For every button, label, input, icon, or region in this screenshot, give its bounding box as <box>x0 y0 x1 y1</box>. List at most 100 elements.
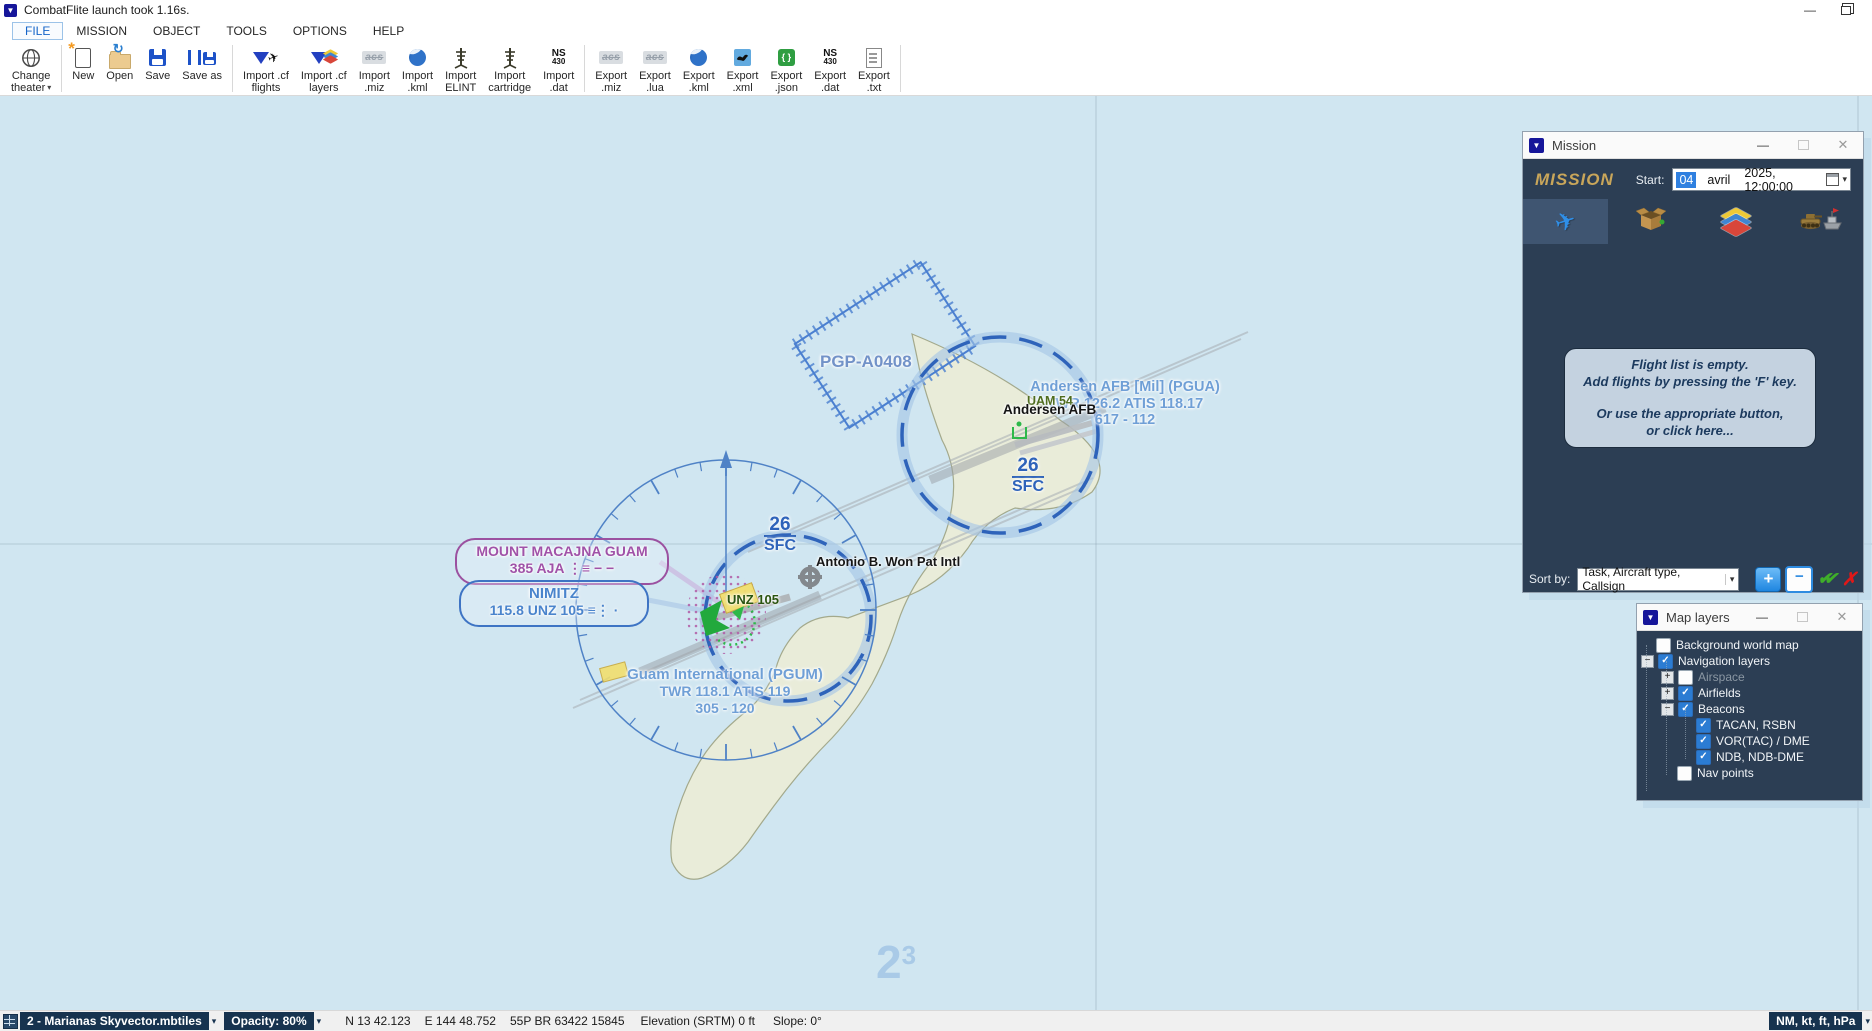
cf-flights-icon: ✈ <box>253 45 279 70</box>
mission-start-datetime-field[interactable]: 04 avril 2025, 12:00:00 ▾ <box>1672 168 1851 191</box>
chevron-down-icon[interactable]: ▾ <box>212 1016 217 1027</box>
mission-sort-row: Sort by: Task, Aircraft type, Callsign ▾… <box>1523 561 1863 597</box>
xml-bird-icon <box>734 45 751 70</box>
checkbox-airspace[interactable] <box>1678 670 1693 685</box>
ns430-icon: NS430 <box>823 45 837 70</box>
collapse-icon[interactable] <box>1661 703 1674 716</box>
toolbar-export-txt-button[interactable]: Export.txt <box>852 42 896 95</box>
globe-icon <box>21 45 41 70</box>
cf-layers-icon <box>311 45 336 70</box>
toolbar-save-as-button[interactable]: Save as <box>176 42 228 95</box>
window-titlebar: ▼ CombatFlite launch took 1.16s. — <box>0 0 1872 20</box>
dcs-icon: acs <box>362 45 386 70</box>
toolbar-export-kml-button[interactable]: Export.kml <box>677 42 721 95</box>
menu-tools[interactable]: TOOLS <box>213 22 279 40</box>
map-layers-maximize-button[interactable] <box>1782 605 1822 629</box>
toolbar-export-miz-button[interactable]: acs Export.miz <box>589 42 633 95</box>
mission-maximize-button[interactable] <box>1783 133 1823 157</box>
tab-units[interactable] <box>1778 199 1863 244</box>
google-earth-icon <box>690 45 707 70</box>
checkbox-ndb[interactable] <box>1696 750 1711 765</box>
minimize-button[interactable]: — <box>1792 0 1828 20</box>
dcs-icon: acs <box>643 45 667 70</box>
date-day-segment[interactable]: 04 <box>1676 172 1696 188</box>
tree-guide-line <box>1666 661 1667 775</box>
map-layers-minimize-button[interactable]: — <box>1742 605 1782 629</box>
toolbar-new-button[interactable]: * New <box>66 42 100 95</box>
toolbar-import-miz-button[interactable]: acs Import.miz <box>353 42 396 95</box>
toolbar-import-kml-button[interactable]: Import.kml <box>396 42 439 95</box>
toolbar-separator <box>61 45 62 92</box>
toolbar-import-elint-button[interactable]: ImportELINT <box>439 42 482 95</box>
mission-close-button[interactable]: ✕ <box>1823 133 1863 157</box>
calendar-icon[interactable] <box>1826 173 1839 186</box>
map-layers-panel-titlebar[interactable]: ▼ Map layers — ✕ <box>1637 604 1862 631</box>
save-as-icon <box>188 45 216 70</box>
map-layer-selector[interactable]: 2 - Marianas Skyvector.mbtiles <box>20 1012 209 1030</box>
remove-flight-button[interactable]: − <box>1785 566 1813 593</box>
sort-by-select[interactable]: Task, Aircraft type, Callsign ▾ <box>1577 568 1739 591</box>
opacity-selector[interactable]: Opacity: 80% <box>224 1012 313 1030</box>
map-layers-close-button[interactable]: ✕ <box>1822 605 1862 629</box>
chevron-down-icon[interactable]: ▾ <box>1842 174 1847 185</box>
toolbar-separator <box>584 45 585 92</box>
mission-panel: ▼ Mission — ✕ MISSION Start: 04 avril 20… <box>1522 131 1864 593</box>
toolbar-import-cf-flights-button[interactable]: ✈ Import .cfflights <box>237 42 295 95</box>
guam-international-info-label: Guam International (PGUM) TWR 118.1 ATIS… <box>600 666 850 717</box>
sort-by-label: Sort by: <box>1529 572 1570 586</box>
menu-mission[interactable]: MISSION <box>63 22 140 40</box>
checkbox-vortac-dme[interactable] <box>1696 734 1711 749</box>
package-box-icon <box>1636 206 1666 237</box>
toolbar-export-json-button[interactable]: { } Export.json <box>764 42 808 95</box>
toolbar-change-theater-button[interactable]: Change theater▾ <box>5 42 57 95</box>
collapse-icon[interactable] <box>1641 655 1654 668</box>
checkbox-airfields[interactable] <box>1678 686 1693 701</box>
layer-row-nav-points: Nav points <box>1637 765 1862 781</box>
expand-icon[interactable] <box>1661 687 1674 700</box>
won-pat-intl-label: Antonio B. Won Pat Intl <box>816 554 960 569</box>
airspace-area-label: PGP-A0408 <box>820 352 912 372</box>
toolbar-import-dat-button[interactable]: NS430 Import.dat <box>537 42 580 95</box>
accept-all-button[interactable]: ✔✔ <box>1817 569 1838 589</box>
checkbox-nav-points[interactable] <box>1677 766 1692 781</box>
toolbar-separator <box>232 45 233 92</box>
mgrs-grid-zone-label: 23 <box>876 935 916 989</box>
tab-packages[interactable] <box>1608 199 1693 244</box>
flight-list-empty-message[interactable]: Flight list is empty. Add flights by pre… <box>1564 348 1816 448</box>
toolbar-import-cartridge-button[interactable]: Importcartridge <box>482 42 537 95</box>
combatflite-logo-icon: ▼ <box>1643 610 1658 625</box>
add-flight-button[interactable]: + <box>1755 567 1781 592</box>
menu-file[interactable]: FILE <box>12 22 63 40</box>
menu-help[interactable]: HELP <box>360 22 417 40</box>
macajna-beacon-box: MOUNT MACAJNA GUAM 385 AJA ⋮≡ − − <box>455 538 669 585</box>
menu-object[interactable]: OBJECT <box>140 22 213 40</box>
statusbar: 2 - Marianas Skyvector.mbtiles ▾ Opacity… <box>0 1010 1872 1031</box>
checkbox-tacan-rsbn[interactable] <box>1696 718 1711 733</box>
date-time-segment[interactable]: 2025, 12:00:00 <box>1741 165 1826 195</box>
maximize-icon <box>1798 140 1809 150</box>
tree-guide-line <box>1685 709 1686 759</box>
mission-tabs: ✈ <box>1523 199 1863 244</box>
toolbar-export-dat-button[interactable]: NS430 Export.dat <box>808 42 852 95</box>
chevron-down-icon[interactable]: ▾ <box>1865 1016 1870 1027</box>
toolbar-import-cf-layers-button[interactable]: Import .cflayers <box>295 42 353 95</box>
menu-options[interactable]: OPTIONS <box>280 22 360 40</box>
toolbar-export-lua-button[interactable]: acs Export.lua <box>633 42 677 95</box>
restore-button[interactable] <box>1828 0 1864 20</box>
expand-icon[interactable] <box>1661 671 1674 684</box>
mission-panel-titlebar[interactable]: ▼ Mission — ✕ <box>1523 132 1863 159</box>
mgrs-readout: 55P BR 63422 15845 <box>510 1014 625 1028</box>
tab-flights[interactable]: ✈ <box>1523 199 1608 244</box>
units-selector[interactable]: NM, kt, ft, hPa <box>1769 1012 1862 1030</box>
toolbar-save-button[interactable]: Save <box>139 42 176 95</box>
delete-all-button[interactable]: ✗ <box>1842 569 1857 590</box>
start-label: Start: <box>1636 173 1665 187</box>
toolbar-open-button[interactable]: ↻ Open <box>100 42 139 95</box>
date-month-segment[interactable]: avril <box>1704 172 1733 188</box>
toolbar-export-xml-button[interactable]: Export.xml <box>721 42 765 95</box>
checkbox-background-world-map[interactable] <box>1656 638 1671 653</box>
andersen-ring-altitude-label: 26 SFC <box>1002 456 1054 495</box>
chevron-down-icon[interactable]: ▾ <box>317 1016 322 1027</box>
mission-minimize-button[interactable]: — <box>1743 133 1783 157</box>
tab-layers[interactable] <box>1693 199 1778 244</box>
